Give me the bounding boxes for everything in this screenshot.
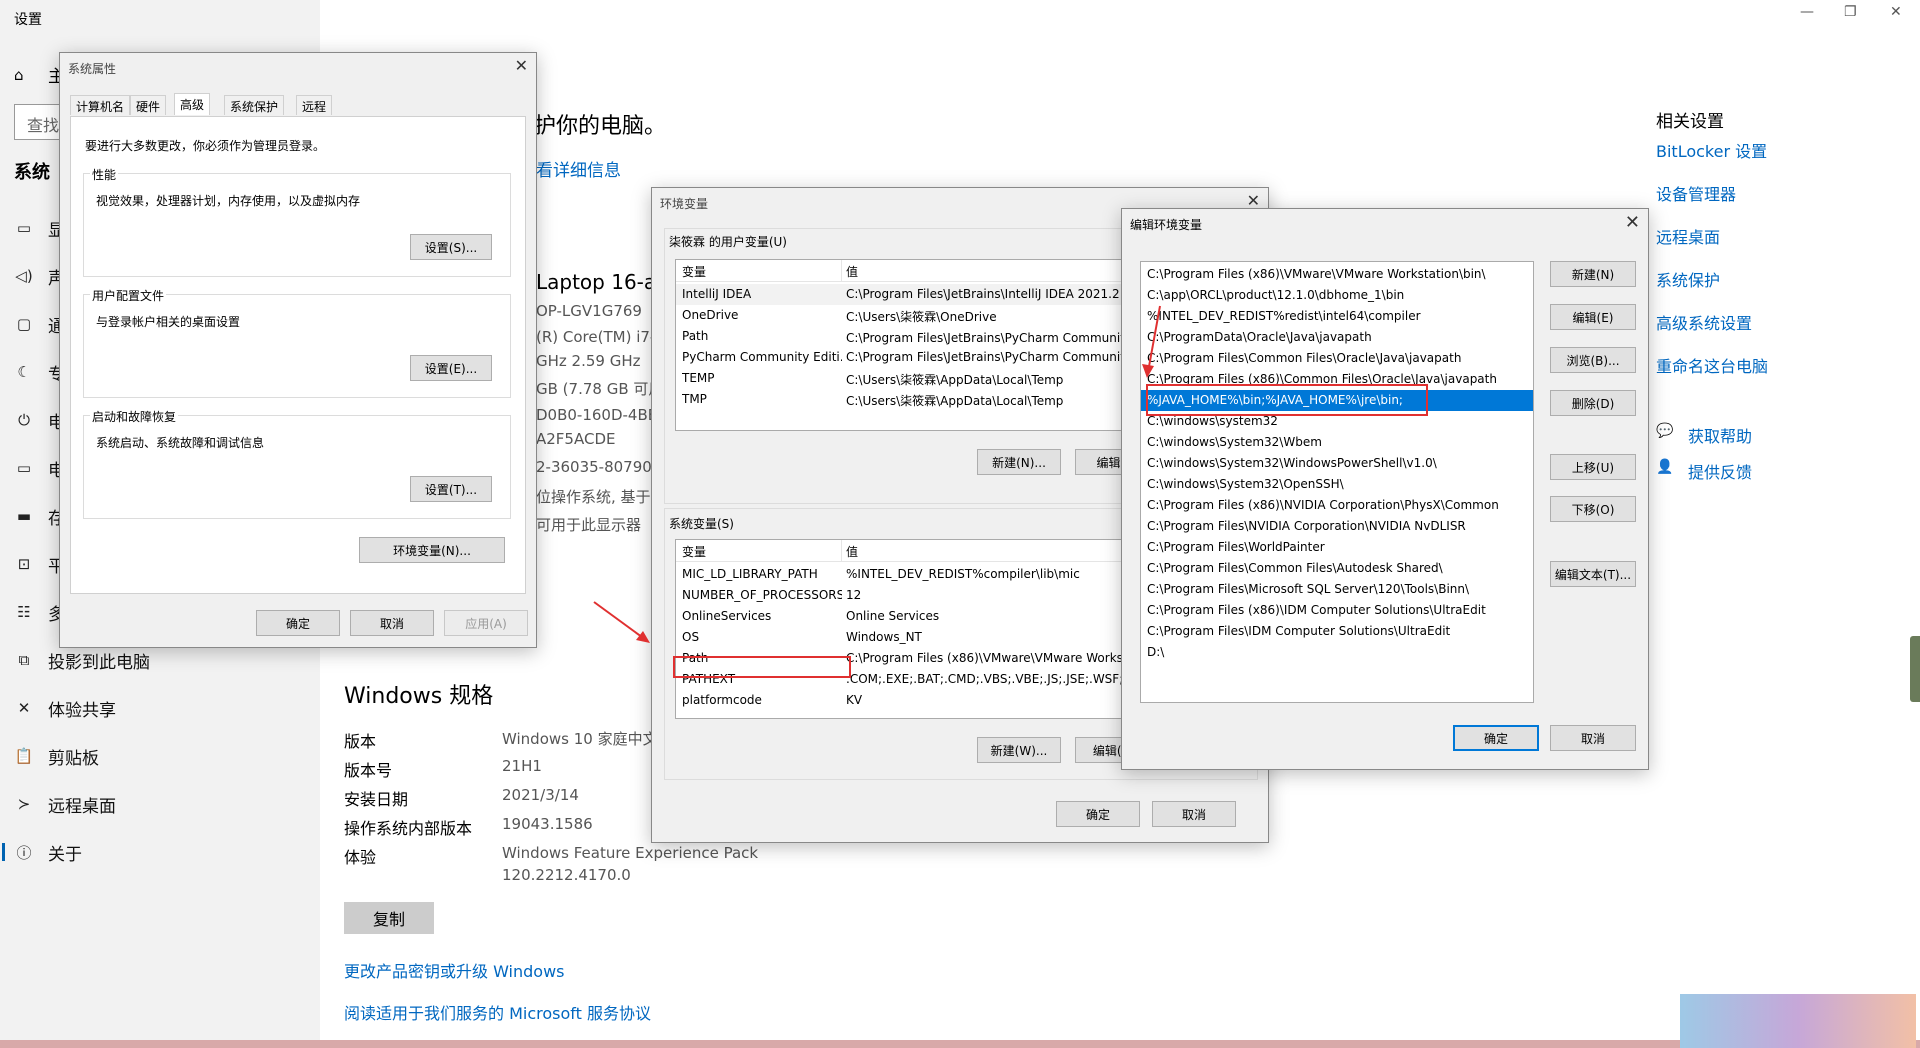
side-widget (1910, 636, 1920, 702)
annotation-arrows (593, 305, 1161, 643)
arrow-head-icon (636, 631, 650, 643)
wallpaper-strip (0, 1040, 1920, 1048)
arrow-head-icon (1142, 364, 1154, 378)
desktop-widget-image (1680, 994, 1916, 1048)
